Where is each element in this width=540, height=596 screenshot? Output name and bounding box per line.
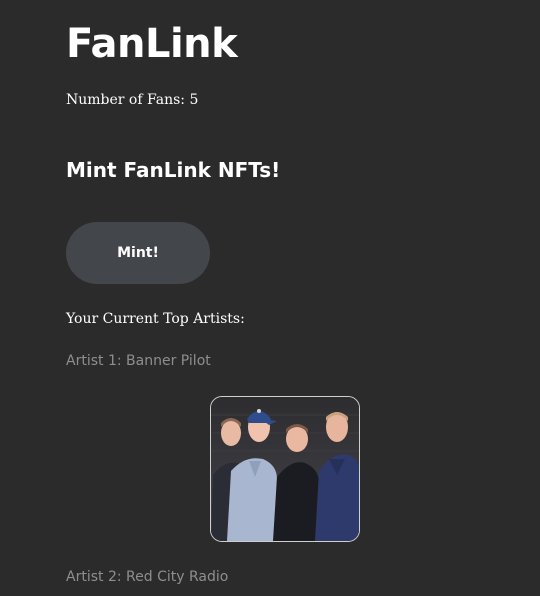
- fan-count-label: Number of Fans:: [66, 92, 186, 108]
- fanlink-page: FanLink Number of Fans: 5 Mint FanLink N…: [0, 0, 540, 596]
- fan-count-value: 5: [189, 92, 199, 108]
- fan-count-line: Number of Fans: 5: [66, 91, 198, 109]
- artist-photo: [210, 396, 360, 542]
- artist-rank-label: Artist 2:: [66, 569, 122, 585]
- artist-name: Red City Radio: [126, 569, 229, 585]
- artist-list-item: Artist 2: Red City Radio: [66, 568, 228, 586]
- artist-list-item: Artist 1: Banner Pilot: [66, 352, 211, 370]
- mint-button[interactable]: Mint!: [66, 222, 210, 284]
- band-photo-illustration: [211, 397, 359, 541]
- artist-rank-label: Artist 1:: [66, 353, 122, 369]
- top-artists-heading: Your Current Top Artists:: [66, 311, 245, 327]
- artist-name: Banner Pilot: [126, 353, 211, 369]
- mint-heading: Mint FanLink NFTs!: [66, 158, 281, 182]
- app-title: FanLink: [66, 21, 238, 67]
